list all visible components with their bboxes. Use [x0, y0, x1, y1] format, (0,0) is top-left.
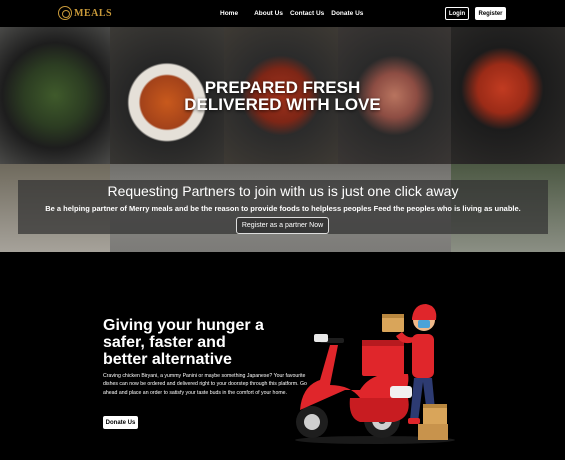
partner-banner-title: Requesting Partners to join with us is j… — [107, 183, 459, 199]
partner-banner-subtitle: Be a helping partner of Merry meals and … — [45, 204, 521, 213]
register-button[interactable]: Register — [475, 7, 506, 20]
donate-button[interactable]: Donate Us — [103, 416, 138, 429]
register-partner-button[interactable]: Register as a partner Now — [236, 217, 329, 234]
nav-link-about[interactable]: About Us — [254, 10, 283, 17]
hero-headline: PREPARED FRESH DELIVERED WITH LOVE — [0, 79, 565, 113]
promo-heading: Giving your hunger a safer, faster and b… — [103, 317, 293, 368]
promo-heading-line1: Giving your hunger a — [103, 317, 264, 334]
logo-icon — [58, 6, 72, 20]
nav-link-donate[interactable]: Donate Us — [331, 10, 363, 17]
brand-logo[interactable]: MEALS — [58, 6, 112, 20]
page: MEALS Home About Us Contact Us Donate Us… — [0, 0, 565, 460]
top-navbar: MEALS Home About Us Contact Us Donate Us… — [0, 0, 565, 27]
delivery-scooter-illustration — [295, 304, 455, 444]
promo-heading-line3: better alternative — [103, 351, 232, 368]
logo-text: MEALS — [74, 7, 113, 19]
hero-headline-line1: PREPARED FRESH — [204, 78, 361, 97]
nav-link-home[interactable]: Home — [220, 10, 238, 17]
login-button[interactable]: Login — [445, 7, 469, 20]
promo-section: Giving your hunger a safer, faster and b… — [0, 252, 565, 460]
promo-heading-line2: safer, faster and — [103, 334, 226, 351]
hero-headline-line2: DELIVERED WITH LOVE — [184, 95, 381, 114]
nav-link-contact[interactable]: Contact Us — [290, 10, 324, 17]
nav-links: Home About Us Contact Us Donate Us — [220, 10, 370, 17]
promo-paragraph: Craving chicken Biryani, a yummy Panini … — [103, 373, 307, 396]
